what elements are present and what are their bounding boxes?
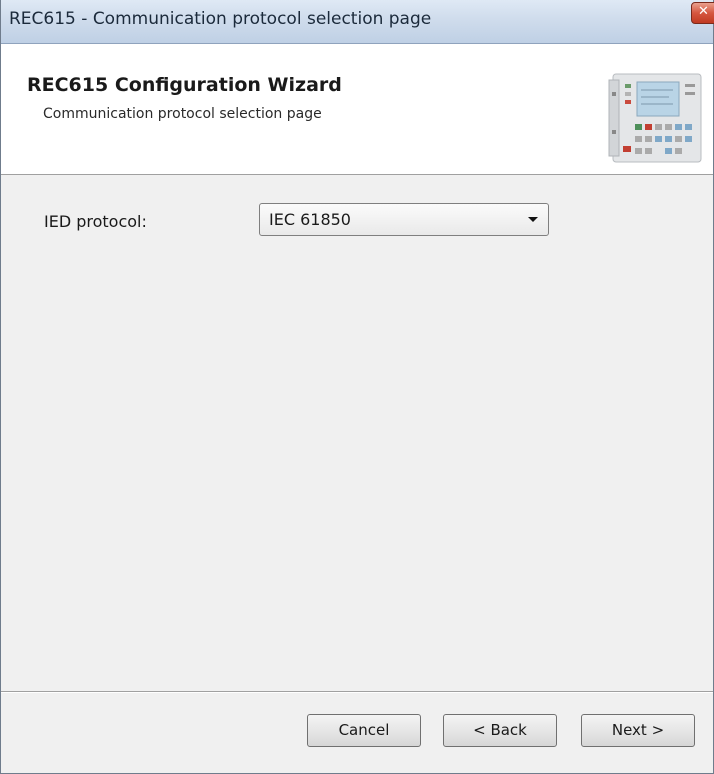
- window-title: REC615 - Communication protocol selectio…: [9, 9, 432, 29]
- ied-protocol-label: IED protocol:: [44, 212, 147, 231]
- back-button[interactable]: < Back: [443, 714, 557, 747]
- ied-protocol-value: IEC 61850: [269, 210, 351, 229]
- cancel-button[interactable]: Cancel: [307, 714, 421, 747]
- wizard-body: IED protocol: IEC 61850: [1, 175, 713, 691]
- wizard-window: REC615 - Communication protocol selectio…: [0, 0, 714, 774]
- chevron-down-icon[interactable]: [528, 217, 538, 222]
- title-bar[interactable]: REC615 - Communication protocol selectio…: [1, 0, 714, 44]
- close-button[interactable]: ✕: [691, 2, 714, 24]
- close-icon: ✕: [698, 4, 709, 19]
- wizard-title: REC615 Configuration Wizard: [27, 74, 342, 96]
- next-button[interactable]: Next >: [581, 714, 695, 747]
- ied-protocol-select[interactable]: IEC 61850: [259, 203, 549, 236]
- footer-divider: [1, 691, 713, 693]
- wizard-header: REC615 Configuration Wizard Communicatio…: [1, 44, 713, 175]
- page-subtitle: Communication protocol selection page: [43, 106, 322, 122]
- ied-device-image: [608, 73, 702, 163]
